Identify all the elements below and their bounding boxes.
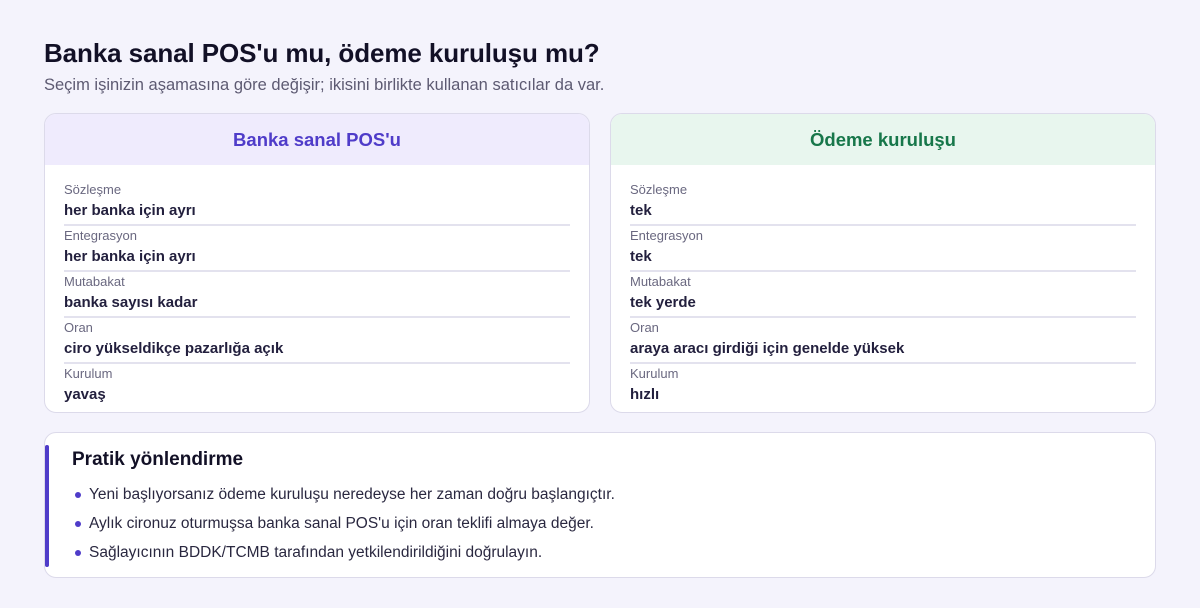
bullet-dot-icon (75, 491, 81, 498)
bank-row-contract: Sözleşme her banka için ayrı (64, 180, 570, 226)
row-value: tek (630, 202, 652, 219)
row-label: Oran (630, 320, 659, 335)
row-label: Mutabakat (64, 274, 125, 289)
row-value: tek yerde (630, 294, 696, 311)
list-item: Yeni başlıyorsanız ödeme kuruluşu nerede… (73, 480, 615, 509)
psp-row-contract: Sözleşme tek (630, 180, 1136, 226)
row-value: araya aracı girdiği için genelde yüksek (630, 340, 905, 357)
row-value: banka sayısı kadar (64, 294, 198, 311)
row-value: yavaş (64, 386, 106, 403)
payment-institution-card: Ödeme kuruluşu Sözleşme tek Entegrasyon … (610, 113, 1156, 413)
bank-row-reconciliation: Mutabakat banka sayısı kadar (64, 272, 570, 318)
psp-row-integration: Entegrasyon tek (630, 226, 1136, 272)
page: Banka sanal POS'u mu, ödeme kuruluşu mu?… (0, 0, 1200, 608)
row-label: Sözleşme (630, 182, 688, 197)
row-label: Oran (64, 320, 93, 335)
comparison-cards: Banka sanal POS'u Sözleşme her banka içi… (44, 113, 1156, 413)
row-value: tek (630, 248, 652, 265)
guidance-title: Pratik yönlendirme (72, 449, 244, 470)
guidance-text: Aylık cironuz oturmuşsa banka sanal POS'… (89, 514, 594, 532)
page-subtitle: Seçim işinizin aşamasına göre değişir; i… (44, 76, 605, 94)
guidance-text: Sağlayıcının BDDK/TCMB tarafından yetkil… (89, 543, 543, 561)
bank-pos-card: Banka sanal POS'u Sözleşme her banka içi… (44, 113, 590, 413)
bank-row-setup: Kurulum yavaş (64, 364, 570, 410)
row-value: hızlı (630, 386, 660, 403)
bank-row-rate: Oran ciro yükseldikçe pazarlığa açık (64, 318, 570, 364)
bank-pos-card-title: Banka sanal POS'u (45, 114, 589, 165)
payment-institution-card-title: Ödeme kuruluşu (611, 114, 1155, 165)
list-item: Sağlayıcının BDDK/TCMB tarafından yetkil… (73, 538, 615, 567)
psp-row-rate: Oran araya aracı girdiği için genelde yü… (630, 318, 1136, 364)
bullet-dot-icon (75, 520, 81, 527)
list-item: Aylık cironuz oturmuşsa banka sanal POS'… (73, 509, 615, 538)
bank-row-integration: Entegrasyon her banka için ayrı (64, 226, 570, 272)
page-title: Banka sanal POS'u mu, ödeme kuruluşu mu? (44, 38, 600, 68)
guidance-text: Yeni başlıyorsanız ödeme kuruluşu nerede… (89, 485, 615, 503)
row-label: Sözleşme (64, 182, 122, 197)
guidance-list: Yeni başlıyorsanız ödeme kuruluşu nerede… (73, 480, 615, 567)
psp-row-setup: Kurulum hızlı (630, 364, 1136, 410)
row-label: Entegrasyon (630, 228, 703, 243)
row-value: ciro yükseldikçe pazarlığa açık (64, 340, 284, 357)
row-value: her banka için ayrı (64, 202, 196, 219)
payment-institution-rows: Sözleşme tek Entegrasyon tek Mutabakat t… (611, 165, 1155, 410)
bullet-dot-icon (75, 549, 81, 556)
row-label: Mutabakat (630, 274, 691, 289)
row-value: her banka için ayrı (64, 248, 196, 265)
accent-bar (45, 445, 49, 567)
psp-row-reconciliation: Mutabakat tek yerde (630, 272, 1136, 318)
bank-pos-rows: Sözleşme her banka için ayrı Entegrasyon… (45, 165, 589, 410)
practical-guidance-panel: Pratik yönlendirme Yeni başlıyorsanız öd… (44, 432, 1156, 578)
row-label: Kurulum (630, 366, 679, 381)
row-label: Entegrasyon (64, 228, 137, 243)
row-label: Kurulum (64, 366, 113, 381)
